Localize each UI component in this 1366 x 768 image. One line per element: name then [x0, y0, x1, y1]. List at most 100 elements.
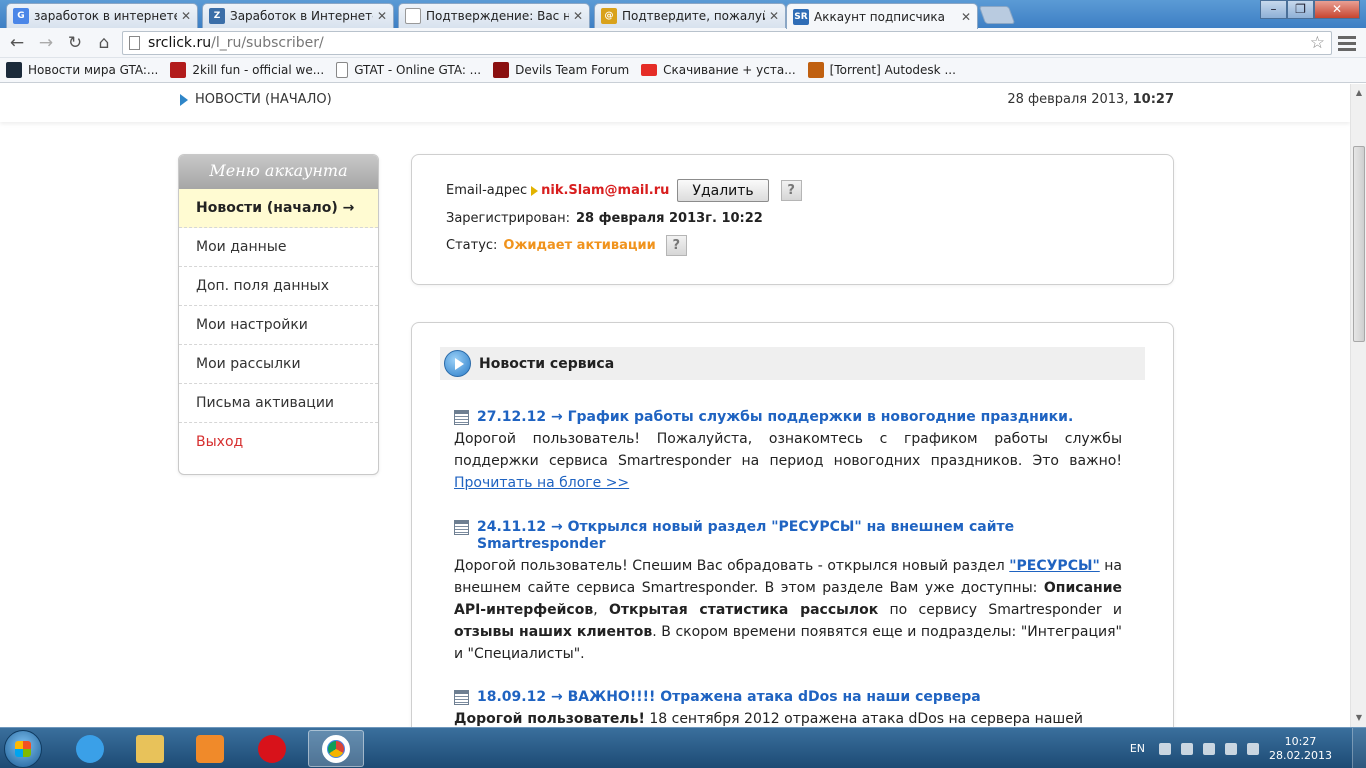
news-item-text: Дорогой пользователь! Спешим Вас обрадов… [454, 555, 1122, 665]
taskbar-file-explorer[interactable] [122, 730, 178, 767]
sr-favicon-icon: SR [793, 8, 809, 25]
volume-icon[interactable] [1247, 742, 1260, 755]
news-item-title[interactable]: 27.12.12 → График работы службы поддержк… [454, 409, 1122, 426]
news-item-title-text: 24.11.12 → Открылся новый раздел "РЕСУРС… [477, 519, 1015, 552]
news-header: Новости сервиса [440, 347, 1145, 380]
minimize-icon[interactable]: – [1260, 0, 1287, 19]
chrome-menu-icon[interactable] [1338, 33, 1356, 53]
bookmark-favicon-icon [336, 62, 349, 78]
registered-label: Зарегистрирован: [446, 211, 570, 226]
bookmark-item[interactable]: Новости мира GTA:... [6, 62, 158, 78]
bookmark-favicon-icon [170, 62, 187, 78]
bookmark-item[interactable]: GTAT - Online GTA: ... [336, 62, 481, 78]
help-icon[interactable]: ? [780, 180, 802, 201]
menu-item-mailings[interactable]: Мои рассылки [179, 345, 378, 384]
language-indicator[interactable]: EN [1130, 742, 1145, 755]
current-date: 28 февраля 2013, 10:27 [1007, 92, 1174, 107]
account-info-card: Email-адрес nik.Slam@mail.ru Удалить ? З… [411, 154, 1174, 285]
bookmark-favicon-icon [807, 62, 824, 78]
bookmark-label: Новости мира GTA:... [28, 63, 159, 77]
news-item-title-text: 18.09.12 → ВАЖНО!!!! Отражена атака dDos… [477, 689, 981, 705]
system-clock[interactable]: 10:27 28.02.2013 [1269, 735, 1332, 763]
menu-item-extra-fields[interactable]: Доп. поля данных [179, 267, 378, 306]
tab-close-icon[interactable]: ✕ [181, 9, 191, 23]
menu-item-my-data[interactable]: Мои данные [179, 228, 378, 267]
signal-icon[interactable] [1225, 742, 1238, 755]
bookmark-item[interactable]: Скачивание + уста... [641, 63, 796, 77]
menu-item-news[interactable]: Новости (начало) → [179, 189, 378, 228]
scrollbar-thumb[interactable] [1353, 146, 1365, 342]
news-item-title[interactable]: 18.09.12 → ВАЖНО!!!! Отражена атака dDos… [454, 689, 1122, 706]
tab-1[interactable]: G заработок в интернете - ✕ [6, 3, 198, 28]
url-path: /l_ru/subscriber/ [211, 35, 324, 51]
taskbar-media-player[interactable] [182, 730, 238, 767]
scroll-down-icon[interactable]: ▼ [1353, 711, 1365, 725]
news-text: , [593, 602, 609, 618]
bookmark-favicon-icon [493, 62, 510, 78]
registered-value: 28 февраля 2013г. 10:22 [575, 211, 763, 226]
youtube-icon [641, 64, 658, 76]
address-bar[interactable]: srclick.ru/l_ru/subscriber/ ☆ [122, 31, 1332, 55]
help-icon[interactable]: ? [665, 235, 687, 256]
google-favicon-icon: G [13, 8, 29, 24]
tab-4[interactable]: @ Подтвердите, пожалуйст ✕ [594, 3, 786, 28]
home-icon[interactable]: ⌂ [93, 32, 115, 54]
taskbar-opera[interactable] [244, 730, 300, 767]
resources-link[interactable]: "РЕСУРСЫ" [1009, 558, 1100, 574]
scroll-up-icon[interactable]: ▲ [1353, 86, 1365, 100]
show-desktop-button[interactable] [1352, 728, 1366, 768]
tab-2[interactable]: Z Заработок в Интернете | ✕ [202, 3, 394, 28]
browser-toolbar: ← → ↻ ⌂ srclick.ru/l_ru/subscriber/ ☆ [0, 28, 1366, 58]
site-favicon-icon: Z [209, 8, 225, 24]
tab-3[interactable]: Подтверждение: Вас нев ✕ [398, 3, 590, 28]
tab-title: Аккаунт подписчика [814, 9, 946, 24]
calendar-icon [454, 520, 469, 535]
close-window-icon[interactable]: ✕ [1314, 0, 1360, 19]
tray-arrow-icon[interactable] [1159, 742, 1172, 755]
mail-favicon-icon: @ [601, 8, 617, 24]
menu-item-settings[interactable]: Мои настройки [179, 306, 378, 345]
battery-icon[interactable] [1203, 742, 1216, 755]
taskbar-chrome[interactable] [308, 730, 364, 767]
news-item-title-text: 27.12.12 → График работы службы поддержк… [477, 409, 1074, 425]
bookmark-item[interactable]: Devils Team Forum [493, 62, 629, 78]
menu-item-activation-letters[interactable]: Письма активации [179, 384, 378, 423]
tab-5-active[interactable]: SR Аккаунт подписчика ✕ [786, 3, 978, 29]
tab-close-icon[interactable]: ✕ [961, 10, 971, 24]
tab-close-icon[interactable]: ✕ [377, 9, 387, 23]
news-item: 24.11.12 → Открылся новый раздел "РЕСУРС… [454, 519, 1122, 665]
page-scrollbar[interactable]: ▲ ▼ [1350, 84, 1366, 727]
maximize-icon[interactable]: ❐ [1287, 0, 1314, 19]
page-viewport: НОВОСТИ (НАЧАЛО) 28 февраля 2013, 10:27 … [0, 84, 1350, 727]
bookmark-item[interactable]: [Torrent] Autodesk ... [807, 62, 956, 78]
back-icon[interactable]: ← [6, 32, 28, 54]
status-row: Статус: Ожидает активации ? [446, 235, 687, 256]
bookmark-star-icon[interactable]: ☆ [1310, 33, 1325, 53]
account-menu: Меню аккаунта Новости (начало) → Мои дан… [178, 154, 379, 475]
breadcrumb: НОВОСТИ (НАЧАЛО) [180, 92, 332, 107]
bookmark-favicon-icon [6, 62, 22, 78]
page-header-strip: НОВОСТИ (НАЧАЛО) 28 февраля 2013, 10:27 [0, 84, 1350, 122]
forward-icon[interactable]: → [35, 32, 57, 54]
read-on-blog-link[interactable]: Прочитать на блоге >> [454, 475, 629, 491]
bookmark-item[interactable]: 2kill fun - official we... [170, 62, 324, 78]
flag-icon[interactable] [1181, 742, 1194, 755]
news-text-bold: Дорогой пользователь! [454, 711, 645, 727]
url-host: srclick.ru [148, 35, 212, 51]
news-item-title[interactable]: 24.11.12 → Открылся новый раздел "РЕСУРС… [454, 519, 1122, 553]
new-tab-button[interactable] [978, 6, 1016, 24]
news-text-bold: отзывы наших клиентов [454, 624, 653, 640]
tab-close-icon[interactable]: ✕ [573, 9, 583, 23]
news-item-text: Дорогой пользователь! Пожалуйста, ознако… [454, 428, 1122, 494]
delete-email-button[interactable]: Удалить [677, 179, 769, 202]
tab-title: Подтверждение: Вас нев [426, 9, 569, 23]
taskbar-internet-explorer[interactable] [62, 730, 118, 767]
email-row: Email-адрес nik.Slam@mail.ru Удалить ? [446, 179, 802, 202]
menu-item-logout[interactable]: Выход [179, 423, 378, 462]
calendar-icon [454, 690, 469, 705]
start-button[interactable] [4, 730, 42, 768]
opera-icon [258, 734, 286, 763]
bookmark-label: 2kill fun - official we... [192, 63, 325, 77]
tab-close-icon[interactable]: ✕ [769, 9, 779, 23]
reload-icon[interactable]: ↻ [64, 32, 86, 54]
